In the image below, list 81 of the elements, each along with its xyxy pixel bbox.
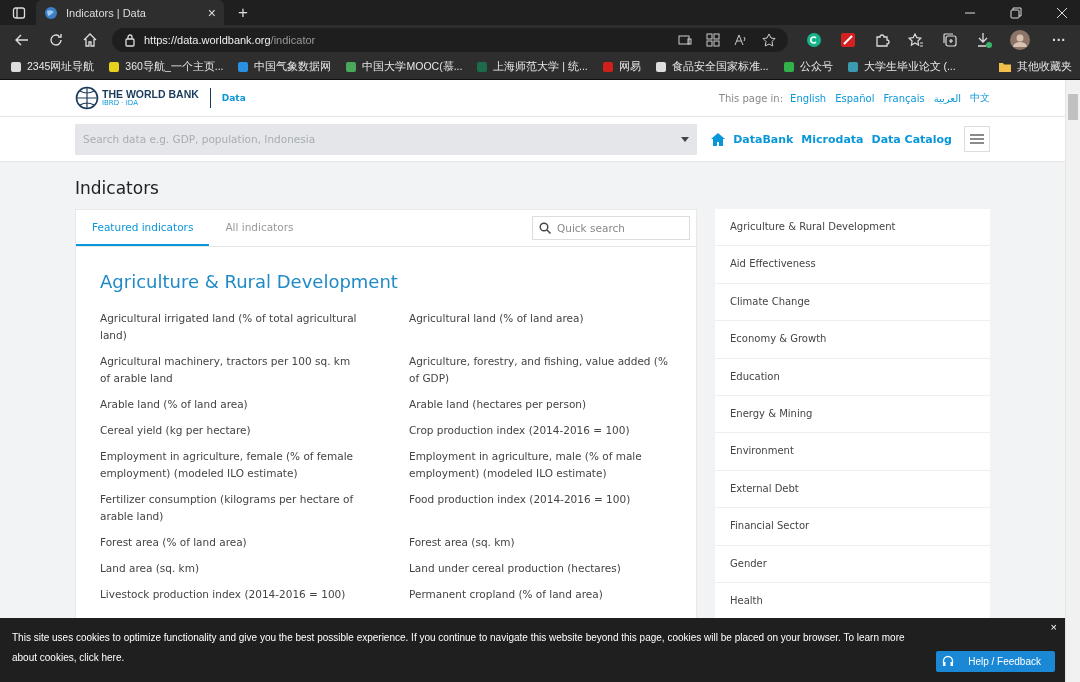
device-icon[interactable]	[678, 33, 692, 47]
favorites-icon[interactable]	[908, 32, 924, 48]
indicator-link[interactable]: Agricultural irrigated land (% of total agricultural land)	[100, 310, 363, 344]
topic-item[interactable]: External Debt	[715, 470, 990, 509]
indicator-link[interactable]: Permanent cropland (% of land area)	[409, 586, 672, 603]
language-label: This page in:	[718, 92, 784, 104]
topic-item[interactable]: Financial Sector	[715, 508, 990, 546]
headset-icon	[942, 655, 955, 667]
extension-icon[interactable]	[806, 32, 822, 48]
help-feedback-button[interactable]: Help / Feedback	[936, 651, 1055, 672]
new-tab-button[interactable]: +	[234, 2, 252, 23]
bookmark[interactable]: 食品安全国家标准...	[654, 60, 769, 74]
menu-icon	[970, 134, 984, 144]
bookmark[interactable]: 中国大学MOOC(慕...	[345, 60, 463, 74]
indicator-link[interactable]: Arable land (hectares per person)	[409, 396, 672, 413]
indicator-link[interactable]: Agriculture, forestry, and fishing, value added (% of GDP)	[409, 353, 672, 387]
star-plus-icon[interactable]	[762, 33, 776, 47]
indicator-link[interactable]: Land under cereal production (hectares)	[409, 560, 672, 577]
topic-item[interactable]: Environment	[715, 433, 990, 471]
reload-icon[interactable]	[48, 32, 64, 48]
cookie-close-button[interactable]: ×	[1050, 621, 1057, 633]
home-icon[interactable]	[82, 32, 98, 48]
indicator-link[interactable]: Land area (sq. km)	[100, 560, 363, 577]
tab-actions-icon[interactable]	[12, 5, 26, 20]
extension-icon[interactable]	[840, 32, 856, 48]
topic-item[interactable]: Aid Effectiveness	[715, 246, 990, 284]
scrollbar[interactable]	[1065, 80, 1080, 682]
collections-icon[interactable]	[942, 32, 958, 48]
tab-title: Indicators | Data	[66, 6, 147, 19]
topic-item[interactable]: Economy & Growth	[715, 321, 990, 359]
bookmark[interactable]: 公众号	[782, 60, 833, 74]
puzzle-icon[interactable]	[874, 32, 890, 48]
section-heading: Agriculture & Rural Development	[100, 271, 399, 292]
cookie-message: This site uses cookies to optimize functionality and give you the best possible experience. If you continue to navigate this website beyond this page, cookies will be placed on your browser. To learn more about cookies, click here.	[12, 631, 906, 665]
indicator-link[interactable]: Forest area (% of land area)	[100, 534, 363, 551]
close-icon[interactable]	[1056, 6, 1068, 19]
url-text: https://data.worldbank.org/indicator	[144, 34, 316, 46]
bookmark[interactable]: 大学生毕业论文 (...	[846, 60, 956, 74]
tab-close-button[interactable]: ×	[207, 4, 216, 21]
bookmark[interactable]: 上海师范大学 | 统...	[476, 60, 588, 74]
topic-item[interactable]: Agriculture & Rural Development	[715, 209, 990, 247]
indicator-link[interactable]: Agricultural land (% of land area)	[409, 310, 672, 344]
address-bar[interactable]: https://data.worldbank.org/indicator	[112, 28, 788, 52]
click-here-link[interactable]: click here.	[79, 652, 125, 663]
indicator-link[interactable]: Agricultural machinery, tractors per 100 sq. km of arable land	[100, 353, 363, 387]
avatar-icon[interactable]	[1010, 30, 1030, 50]
browser-tab[interactable]: Indicators | Data ×	[36, 0, 224, 25]
bookmark[interactable]: 中国气象数据网	[237, 60, 332, 74]
indicator-link[interactable]: Forest area (sq. km)	[409, 534, 672, 551]
topic-item[interactable]: Energy & Mining	[715, 395, 990, 434]
bookmark-folder[interactable]: 其他收藏夹	[997, 60, 1072, 74]
caret-icon	[681, 136, 689, 142]
topic-item[interactable]: Education	[715, 358, 990, 396]
menu-button[interactable]	[964, 126, 990, 152]
read-aloud-icon[interactable]	[734, 33, 748, 47]
download-icon[interactable]	[976, 32, 992, 48]
topic-item[interactable]: Climate Change	[715, 283, 990, 322]
folder-icon	[997, 61, 1012, 73]
lock-icon	[124, 33, 136, 47]
quick-search-field[interactable]: Quick search	[532, 216, 690, 240]
bookmark[interactable]: 网易	[601, 60, 641, 74]
logo-text[interactable]: THE WORLD BANK	[102, 89, 199, 100]
page-title: Indicators	[75, 178, 160, 198]
bookmark[interactable]: 360导航_一个主页...	[108, 60, 224, 74]
search-field[interactable]: Search data e.g. GDP, population, Indonesia	[75, 123, 697, 155]
indicator-link[interactable]: Arable land (% of land area)	[100, 396, 363, 413]
indicator-link[interactable]: Employment in agriculture, female (% of female employment) (modeled ILO estimate)	[100, 448, 363, 482]
more-button[interactable]: ···	[1052, 32, 1066, 48]
indicator-link[interactable]: Cereal yield (kg per hectare)	[100, 422, 363, 439]
globe-logo-icon[interactable]	[75, 86, 99, 110]
indicator-link[interactable]: Fertilizer consumption (kilograms per hectare of arable land)	[100, 491, 363, 525]
back-icon[interactable]	[14, 32, 30, 48]
bookmark[interactable]: 2345网址导航	[10, 60, 95, 74]
indicator-link[interactable]: Crop production index (2014-2016 = 100)	[409, 422, 672, 439]
indicator-link[interactable]: Livestock production index (2014-2016 = 100)	[100, 586, 363, 603]
indicator-link[interactable]: Food production index (2014-2016 = 100)	[409, 491, 672, 525]
indicator-link[interactable]: Employment in agriculture, male (% of male employment) (modeled ILO estimate)	[409, 448, 672, 482]
grid-icon[interactable]	[706, 33, 720, 47]
globe-icon	[44, 5, 58, 20]
restore-icon[interactable]	[1010, 6, 1022, 19]
topic-item[interactable]: Gender	[715, 545, 990, 583]
